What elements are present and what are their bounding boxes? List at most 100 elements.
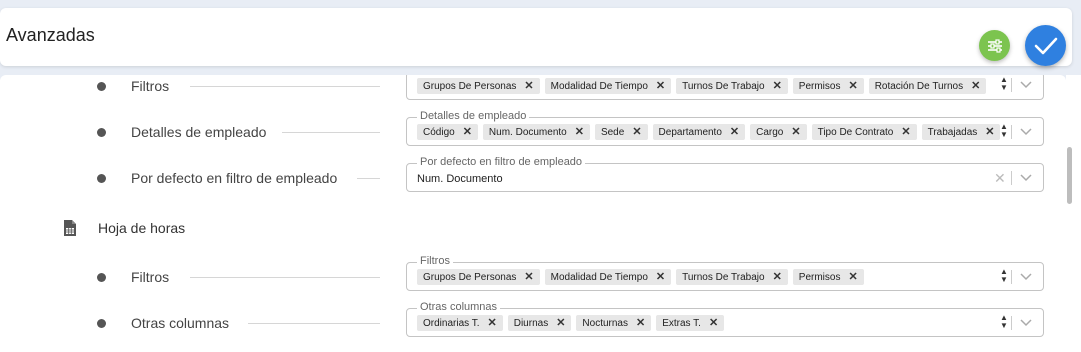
chip-remove-icon[interactable]: ✕ (848, 271, 857, 283)
bullet (97, 273, 106, 282)
chip: Extras T. ✕ (656, 315, 725, 331)
chevron-down-icon[interactable] (1019, 124, 1033, 138)
selected-value: Num. Documento (417, 173, 503, 185)
chip-list: Grupos De Personas ✕ Modalidad De Tiempo ✕… (417, 78, 987, 94)
defecto-select[interactable]: Por defecto en filtro de empleado Num. D… (406, 156, 1044, 192)
chip-label: Tipo De Contrato (817, 126, 894, 138)
chevron-down-icon[interactable] (1019, 269, 1033, 283)
chip-remove-icon[interactable]: ✕ (656, 80, 665, 92)
chip-remove-icon[interactable]: ✕ (524, 271, 533, 283)
chip: Nocturnas ✕ (576, 315, 652, 331)
chip-remove-icon[interactable]: ✕ (656, 271, 665, 283)
chip: Trabajadas ✕ (921, 124, 1001, 140)
chip: Tipo De Contrato ✕ (811, 124, 917, 140)
checkmark-icon (1034, 37, 1057, 54)
chip-label: Turnos De Trabajo (682, 80, 765, 92)
row-label-detalles: Detalles de empleado (131, 124, 267, 140)
sliders-icon (987, 38, 1002, 53)
chip-label: Turnos De Trabajo (682, 271, 765, 283)
chip-label: Diurnas (513, 317, 549, 329)
chip-remove-icon[interactable]: ✕ (773, 271, 782, 283)
chevron-down-icon[interactable] (1019, 170, 1033, 184)
connector-line (190, 86, 380, 87)
chip: Código ✕ (417, 124, 478, 140)
chip-label: Grupos De Personas (423, 80, 517, 92)
page-title: Avanzadas (6, 25, 95, 45)
field-legend: Otras columnas (417, 301, 501, 313)
confirm-button[interactable] (1025, 25, 1066, 66)
section-title: Hoja de horas (98, 220, 186, 236)
chip-remove-icon[interactable]: ✕ (575, 126, 584, 138)
sort-arrows-icon[interactable]: ▲ ▼ (999, 268, 1009, 284)
chip-label: Departamento (658, 126, 722, 138)
chip-remove-icon[interactable]: ✕ (556, 317, 565, 329)
chip-remove-icon[interactable]: ✕ (848, 80, 857, 92)
connector-line (248, 323, 380, 324)
chip-label: Código (423, 126, 455, 138)
chip: Turnos De Trabajo ✕ (676, 269, 788, 285)
scrollbar-thumb[interactable] (1067, 147, 1072, 204)
chip-remove-icon[interactable]: ✕ (632, 126, 641, 138)
chip-list: Código ✕ Num. Documento ✕ Sede ✕ Departamen… (417, 124, 1001, 140)
chip-label: Modalidad De Tiempo (550, 80, 648, 92)
chip-label: Trabajadas (927, 126, 978, 138)
chip: Turnos De Trabajo ✕ (676, 78, 788, 94)
row-label-defecto: Por defecto en filtro de empleado (131, 170, 338, 186)
sort-arrows-icon[interactable]: ▲ ▼ (999, 76, 1009, 92)
chip-label: Permisos (798, 271, 841, 283)
chip: Modalidad De Tiempo ✕ (544, 78, 672, 94)
spreadsheet-icon (64, 220, 76, 236)
chip: Permisos ✕ (792, 78, 864, 94)
chip-remove-icon[interactable]: ✕ (524, 80, 533, 92)
otras-columnas-multiselect[interactable]: Otras columnas Ordinarias T. ✕ Diurnas ✕ N… (406, 301, 1044, 337)
separator (1011, 316, 1012, 330)
chip-remove-icon[interactable]: ✕ (791, 126, 800, 138)
chevron-down-icon[interactable] (1019, 77, 1033, 91)
field-legend: Filtros (417, 255, 453, 267)
chip-label: Grupos De Personas (423, 271, 517, 283)
bullet (97, 82, 106, 91)
chip-remove-icon[interactable]: ✕ (971, 80, 980, 92)
chip-label: Num. Documento (488, 126, 567, 138)
chip-remove-icon[interactable]: ✕ (636, 317, 645, 329)
chip-remove-icon[interactable]: ✕ (709, 317, 718, 329)
chip: Diurnas ✕ (507, 315, 572, 331)
connector-line (190, 277, 380, 278)
chip-label: Nocturnas (582, 317, 628, 329)
chip: Grupos De Personas ✕ (417, 78, 540, 94)
sort-arrows-icon[interactable]: ▲ ▼ (999, 314, 1009, 330)
bullet (97, 128, 106, 137)
chip-list: Grupos De Personas ✕ Modalidad De Tiempo ✕… (417, 269, 864, 285)
filtros-multiselect[interactable]: Grupos De Personas ✕ Modalidad De Tiempo ✕… (406, 75, 1044, 100)
detalles-multiselect[interactable]: Detalles de empleado Código ✕ Num. Docume… (406, 110, 1044, 146)
connector-line (357, 178, 380, 179)
scrollbar-track[interactable] (1066, 75, 1081, 352)
filtros-2-multiselect[interactable]: Filtros Grupos De Personas ✕ Modalidad De… (406, 255, 1044, 291)
chip-remove-icon[interactable]: ✕ (488, 317, 497, 329)
chip: Cargo ✕ (750, 124, 807, 140)
bullet (97, 174, 106, 183)
clear-icon[interactable]: ✕ (994, 170, 1006, 187)
row-label-filtros: Filtros (131, 78, 170, 94)
chevron-down-icon[interactable] (1019, 315, 1033, 329)
chip-remove-icon[interactable]: ✕ (985, 126, 994, 138)
separator (1011, 171, 1012, 185)
field-legend: Por defecto en filtro de empleado (417, 156, 586, 168)
chip-remove-icon[interactable]: ✕ (773, 80, 782, 92)
chip: Modalidad De Tiempo ✕ (544, 269, 672, 285)
chip-label: Extras T. (662, 317, 701, 329)
chip-remove-icon[interactable]: ✕ (730, 126, 739, 138)
chip-label: Rotación De Turnos (874, 80, 964, 92)
sort-arrows-icon[interactable]: ▲ ▼ (999, 123, 1009, 139)
chip: Grupos De Personas ✕ (417, 269, 540, 285)
row-label-otras: Otras columnas (131, 315, 230, 331)
field-legend: Detalles de empleado (417, 110, 530, 122)
connector-line (282, 132, 380, 133)
separator (1011, 78, 1012, 92)
chip-remove-icon[interactable]: ✕ (901, 126, 910, 138)
chip-remove-icon[interactable]: ✕ (463, 126, 472, 138)
chip-label: Sede (600, 126, 625, 138)
chip: Num. Documento ✕ (482, 124, 590, 140)
filter-settings-button[interactable] (979, 30, 1010, 61)
chip: Permisos ✕ (792, 269, 864, 285)
